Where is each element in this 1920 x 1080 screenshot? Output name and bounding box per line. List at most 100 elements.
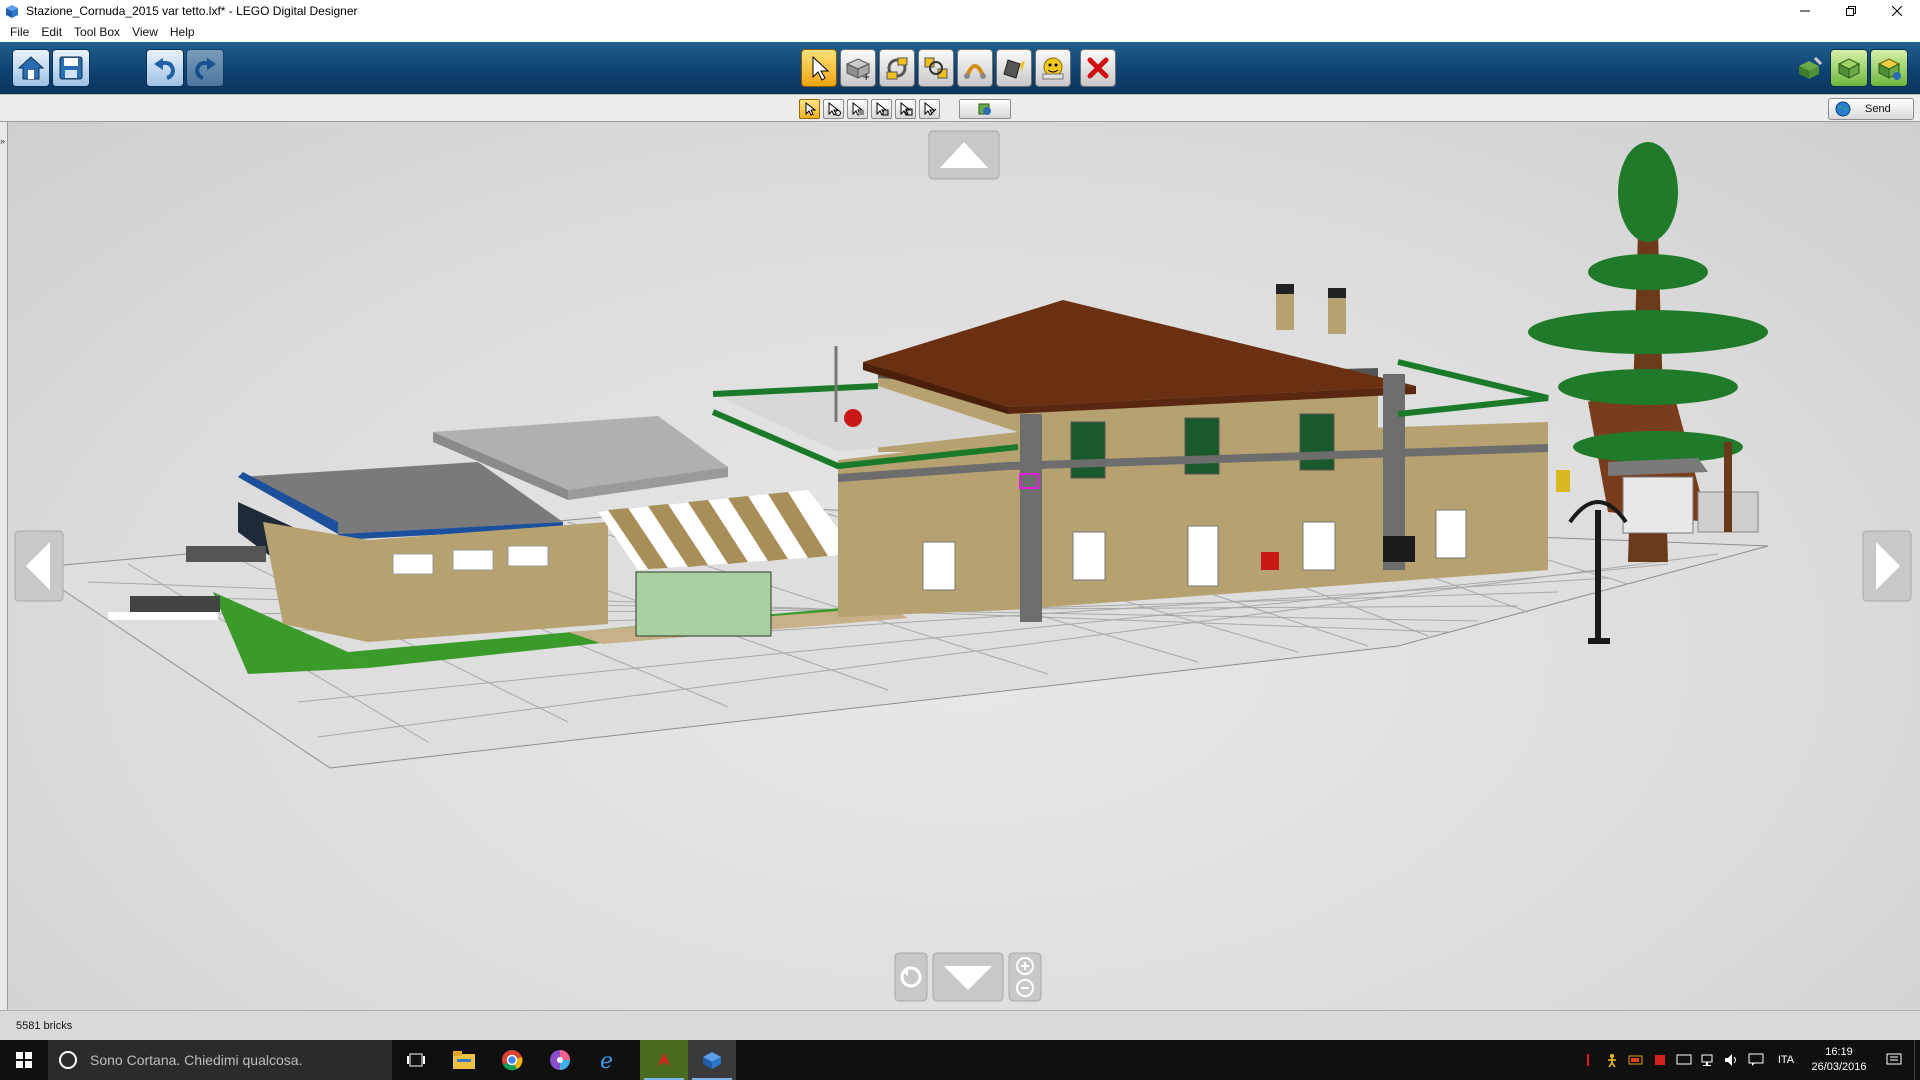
color-wheel-icon	[550, 1050, 570, 1070]
connected-select-button[interactable]	[847, 99, 868, 119]
build-mode-icon	[1799, 56, 1823, 79]
undo-button[interactable]	[146, 49, 184, 87]
network-icon	[1701, 1054, 1713, 1066]
windows-taskbar: Sono Cortana. Chiedimi qualcosa. e ITA 1…	[0, 1040, 1920, 1080]
select-tool-button[interactable]	[801, 49, 837, 87]
camera-rotate-left-arrow[interactable]	[14, 530, 64, 602]
chat-icon	[1748, 1053, 1764, 1066]
flex-icon	[964, 64, 986, 79]
tray-app-4[interactable]	[1648, 1040, 1672, 1080]
tray-app-5[interactable]	[1672, 1040, 1696, 1080]
clone-brick-icon: +	[845, 58, 870, 82]
title-bar: Stazione_Cornuda_2015 var tetto.lxf* - L…	[0, 0, 1920, 22]
camera-tilt-up-arrow[interactable]	[928, 130, 1000, 180]
lego-designer-app-icon	[6, 5, 18, 18]
send-button[interactable]: Send	[1828, 98, 1914, 120]
menu-toolbox[interactable]: Tool Box	[68, 22, 126, 42]
photo-app-button[interactable]	[536, 1040, 584, 1080]
camera-zoom-control[interactable]	[1008, 952, 1042, 1002]
start-button[interactable]	[0, 1040, 48, 1080]
lego-designer-taskbar-icon	[703, 1052, 721, 1069]
camera-tilt-down-arrow[interactable]	[932, 952, 1004, 1002]
tray-app-1[interactable]	[1576, 1040, 1600, 1080]
delete-tool-button[interactable]	[1080, 49, 1116, 87]
app-red-icon	[658, 1053, 670, 1066]
close-button[interactable]	[1874, 0, 1920, 22]
tray-app-2[interactable]	[1600, 1040, 1624, 1080]
chrome-button[interactable]	[488, 1040, 536, 1080]
flag-red-icon	[1587, 1054, 1589, 1066]
network-button[interactable]	[1696, 1040, 1720, 1080]
input-language[interactable]: ITA	[1768, 1054, 1804, 1066]
flex-tool-button[interactable]	[957, 49, 993, 87]
volume-button[interactable]	[1720, 1040, 1744, 1080]
menu-bar: File Edit Tool Box View Help	[0, 22, 1920, 42]
same-color-select-icon	[876, 102, 888, 116]
select-arrow-icon	[812, 55, 830, 81]
show-desktop-button[interactable]	[1914, 1040, 1920, 1080]
figure-icon	[1608, 1054, 1616, 1067]
menu-file[interactable]: File	[4, 22, 35, 42]
cortana-icon	[59, 1051, 77, 1069]
volume-icon	[1725, 1054, 1736, 1066]
view-mode-button[interactable]	[1830, 49, 1868, 87]
window-title: Stazione_Cornuda_2015 var tetto.lxf* - L…	[26, 4, 358, 18]
send-label: Send	[1865, 103, 1891, 115]
lego-designer-taskbar-button[interactable]	[688, 1040, 736, 1080]
single-select-icon	[805, 102, 816, 116]
model-scene[interactable]	[8, 122, 1920, 1010]
selection-filter-button[interactable]	[959, 99, 1011, 119]
multi-select-icon	[828, 102, 841, 116]
minimize-button[interactable]	[1782, 0, 1828, 22]
multi-select-button[interactable]	[823, 99, 844, 119]
menu-edit[interactable]: Edit	[35, 22, 68, 42]
file-explorer-button[interactable]	[440, 1040, 488, 1080]
redo-button[interactable]	[186, 49, 224, 87]
svg-text:e: e	[600, 1049, 613, 1071]
app-red-button[interactable]	[640, 1040, 688, 1080]
clone-tool-button[interactable]: +	[840, 49, 876, 87]
restore-button[interactable]	[1828, 0, 1874, 22]
camera-reset-button[interactable]	[894, 952, 928, 1002]
messages-button[interactable]	[1744, 1040, 1768, 1080]
windows-logo-icon	[16, 1052, 32, 1068]
clock[interactable]: 16:19 26/03/2016	[1804, 1045, 1874, 1075]
internet-explorer-button[interactable]: e	[584, 1040, 632, 1080]
building-guide-button[interactable]	[1870, 49, 1908, 87]
save-icon	[59, 56, 83, 80]
hide-icon	[1042, 57, 1064, 80]
clock-time: 16:19	[1825, 1046, 1853, 1058]
status-bar: 5581 bricks	[0, 1010, 1920, 1040]
hinge-icon	[886, 57, 908, 80]
internet-explorer-icon: e	[600, 1049, 613, 1071]
minimize-icon	[1800, 10, 1810, 12]
tray-app-3[interactable]	[1624, 1040, 1648, 1080]
hide-tool-button[interactable]	[1035, 49, 1071, 87]
filter-icon	[978, 103, 991, 115]
paint-tool-button[interactable]	[996, 49, 1032, 87]
build-mode-button[interactable]	[1790, 49, 1828, 87]
invert-select-icon	[924, 102, 936, 116]
task-view-button[interactable]	[392, 1040, 440, 1080]
palette-collapse-strip[interactable]: »	[0, 122, 8, 1010]
menu-view[interactable]: View	[126, 22, 164, 42]
same-brick-select-button[interactable]	[895, 99, 916, 119]
shield-icon	[1655, 1055, 1665, 1065]
action-center-button[interactable]	[1874, 1040, 1914, 1080]
invert-select-button[interactable]	[919, 99, 940, 119]
menu-help[interactable]: Help	[164, 22, 201, 42]
save-button[interactable]	[52, 49, 90, 87]
svg-text:+: +	[862, 72, 870, 82]
delete-icon	[1087, 57, 1109, 79]
cortana-search-box[interactable]: Sono Cortana. Chiedimi qualcosa.	[48, 1040, 392, 1080]
expand-palette-icon: »	[0, 136, 6, 146]
connected-select-icon	[852, 102, 864, 116]
chrome-icon	[502, 1050, 523, 1071]
hinge-align-tool-button[interactable]	[918, 49, 954, 87]
home-button[interactable]	[12, 49, 50, 87]
hinge-tool-button[interactable]	[879, 49, 915, 87]
camera-rotate-right-arrow[interactable]	[1862, 530, 1912, 602]
single-select-button[interactable]	[799, 99, 820, 119]
same-color-select-button[interactable]	[871, 99, 892, 119]
3d-viewport[interactable]	[8, 122, 1920, 1010]
